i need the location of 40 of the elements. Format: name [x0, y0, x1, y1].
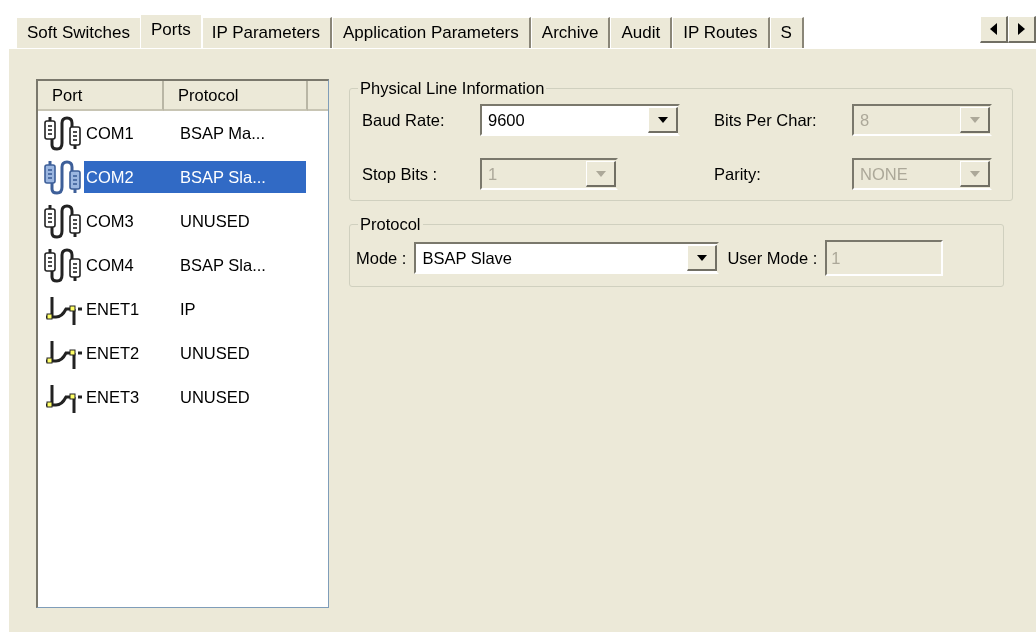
dropdown-arrow-icon [595, 170, 606, 177]
right-arrow-icon [1018, 23, 1025, 35]
field-label: Stop Bits : [362, 164, 439, 184]
port-row[interactable]: ENET3 UNUSED [84, 381, 306, 413]
field-label: Mode : [356, 248, 407, 268]
port-row[interactable]: COM1 BSAP Ma... [84, 117, 306, 149]
group-title: Protocol [359, 215, 422, 234]
port-row[interactable]: COM2 BSAP Sla... [84, 161, 306, 193]
tab[interactable]: S [769, 17, 804, 48]
serial-cable-icon [44, 247, 84, 283]
field-label: Baud Rate: [362, 110, 446, 130]
tab[interactable]: Soft Switches [16, 17, 142, 48]
serial-cable-icon [44, 203, 84, 239]
tab[interactable]: Archive [530, 17, 611, 48]
serial-cable-icon [44, 115, 84, 151]
scroll-right-button[interactable] [1008, 16, 1036, 43]
port-row[interactable]: COM4 BSAP Sla... [84, 249, 306, 281]
column-header[interactable]: Port [38, 81, 164, 111]
tab[interactable]: Audit [610, 17, 673, 48]
dropdown-arrow-icon [657, 116, 668, 123]
scroll-left-button[interactable] [980, 16, 1008, 43]
dropdown-field[interactable]: BSAP Slave [414, 242, 720, 274]
dropdown-arrow-icon [696, 254, 707, 261]
field-label: User Mode : [727, 248, 818, 268]
serial-cable-icon [44, 159, 84, 195]
tab[interactable]: IP Routes [672, 17, 770, 48]
column-header[interactable]: Protocol [164, 81, 308, 111]
dropdown-field[interactable]: 9600 [480, 104, 680, 136]
left-arrow-icon [990, 23, 997, 35]
dropdown-arrow-icon [969, 170, 980, 177]
field-label: Bits Per Char: [714, 110, 818, 130]
dropdown-arrow-icon [969, 116, 980, 123]
field-label: Parity: [714, 164, 762, 184]
group-title: Physical Line Information [359, 79, 546, 98]
port-row[interactable]: ENET2 UNUSED [84, 337, 306, 369]
port-row[interactable]: ENET1 IP [84, 293, 306, 325]
port-row[interactable]: COM3 UNUSED [84, 205, 306, 237]
tab[interactable]: IP Parameters [200, 17, 333, 48]
tab[interactable]: Ports [140, 14, 203, 48]
tab[interactable]: Application Parameters [332, 17, 531, 48]
